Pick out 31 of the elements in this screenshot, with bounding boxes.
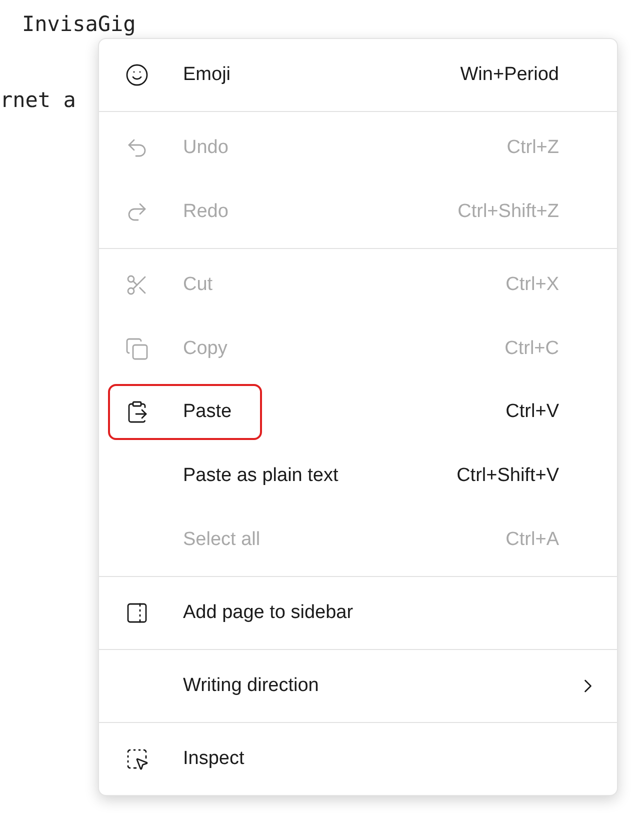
cursor-box-icon [125,747,149,772]
menu-label: Paste as plain text [183,465,338,488]
menu-label: Select all [183,529,260,552]
menu-label: Redo [183,200,228,223]
menu-item[interactable]: Paste as plain text Ctrl+Shift+V [99,444,617,508]
shortcut-text: Ctrl+V [506,401,559,424]
shortcut-text: Ctrl+A [506,529,559,552]
menu-item[interactable]: Emoji Win+Period [99,43,617,107]
menu-label: Inspect [183,748,244,770]
shortcut-text: Ctrl+X [506,274,559,296]
menu-label: Writing direction [183,675,319,698]
editor-text: InvisaGig [22,12,136,36]
editor-text: rnet a [0,88,76,112]
menu-item[interactable]: Add page to sidebar [99,581,617,646]
menu-label: Copy [183,338,228,360]
menu-label: Add page to sidebar [183,602,354,624]
menu-item[interactable]: Inspect [99,727,617,791]
menu-label: Undo [183,136,228,159]
sidebar-page-icon [125,601,149,626]
smiley-icon [125,62,149,87]
menu-label: Cut [183,274,213,296]
menu-label: Paste [183,401,232,424]
shortcut-text: Ctrl+C [504,338,559,360]
menu-item[interactable]: Paste Ctrl+V [99,380,617,444]
shortcut-text: Win+Period [460,64,559,86]
menu-label: Emoji [183,64,231,86]
menu-item[interactable]: Writing direction [99,654,617,718]
copy-icon [125,336,149,361]
shortcut-text: Ctrl+Shift+V [456,465,559,488]
shortcut-text: Ctrl+Z [506,136,559,159]
shortcut-text: Ctrl+Shift+Z [458,200,559,223]
